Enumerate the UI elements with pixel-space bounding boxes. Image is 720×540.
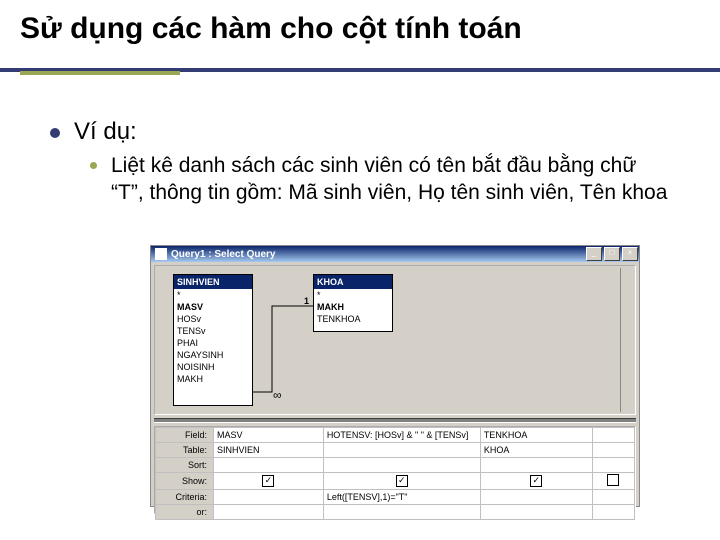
sort-cell[interactable] — [214, 458, 324, 473]
row-sort: Sort: — [156, 458, 635, 473]
window-titlebar: Query1 : Select Query _ □ × — [151, 246, 639, 262]
field-item[interactable]: MAKH — [314, 301, 392, 313]
sort-cell[interactable] — [323, 458, 480, 473]
bullet2-text: Liệt kê danh sách các sinh viên có tên b… — [111, 152, 670, 207]
pane-splitter[interactable] — [154, 418, 636, 423]
maximize-button[interactable]: □ — [604, 247, 620, 261]
row-label: or: — [156, 505, 214, 520]
minimize-button[interactable]: _ — [586, 247, 602, 261]
join-one-label: 1 — [304, 296, 309, 306]
window-icon — [155, 248, 167, 260]
or-cell[interactable] — [592, 505, 634, 520]
bullet1-text: Ví dụ: — [74, 118, 137, 146]
row-field: Field: MASV HOTENSV: [HOSv] & " " & [TEN… — [156, 428, 635, 443]
field-item[interactable]: TENSv — [174, 325, 252, 337]
table-sinhvien[interactable]: SINHVIEN * MASV HOSv TENSv PHAI NGAYSINH… — [173, 274, 253, 406]
sort-cell[interactable] — [592, 458, 634, 473]
field-cell[interactable]: TENKHOA — [480, 428, 592, 443]
table-cell[interactable]: KHOA — [480, 443, 592, 458]
bullet-level1: Ví dụ: — [50, 118, 137, 146]
row-label: Table: — [156, 443, 214, 458]
bullet-dot-icon — [50, 128, 60, 138]
close-button[interactable]: × — [622, 247, 638, 261]
criteria-cell[interactable] — [480, 490, 592, 505]
table-header: KHOA — [314, 275, 392, 289]
show-cell[interactable]: ✓ — [480, 473, 592, 490]
field-item[interactable]: MASV — [174, 301, 252, 313]
row-label: Field: — [156, 428, 214, 443]
field-cell[interactable]: MASV — [214, 428, 324, 443]
row-table: Table: SINHVIEN KHOA — [156, 443, 635, 458]
show-cell[interactable] — [592, 473, 634, 490]
table-khoa[interactable]: KHOA * MAKH TENKHOA — [313, 274, 393, 332]
relationship-pane[interactable]: SINHVIEN * MASV HOSv TENSv PHAI NGAYSINH… — [154, 265, 636, 415]
checkbox-icon[interactable]: ✓ — [262, 475, 274, 487]
field-cell[interactable]: HOTENSV: [HOSv] & " " & [TENSv] — [323, 428, 480, 443]
row-label: Show: — [156, 473, 214, 490]
checkbox-icon[interactable]: ✓ — [530, 475, 542, 487]
field-cell[interactable] — [592, 428, 634, 443]
field-item[interactable]: * — [314, 289, 392, 301]
row-label: Sort: — [156, 458, 214, 473]
row-show: Show: ✓ ✓ ✓ — [156, 473, 635, 490]
criteria-cell[interactable] — [214, 490, 324, 505]
bullet-dot-icon — [90, 162, 97, 169]
checkbox-icon[interactable] — [607, 474, 619, 486]
or-cell[interactable] — [323, 505, 480, 520]
table-header: SINHVIEN — [174, 275, 252, 289]
or-cell[interactable] — [214, 505, 324, 520]
row-or: or: — [156, 505, 635, 520]
slide-title: Sử dụng các hàm cho cột tính toán — [20, 12, 522, 46]
field-item[interactable]: NGAYSINH — [174, 349, 252, 361]
bullet-level2: Liệt kê danh sách các sinh viên có tên b… — [90, 152, 670, 207]
window-title: Query1 : Select Query — [171, 249, 276, 260]
scrollbar[interactable] — [620, 268, 633, 412]
field-item[interactable]: NOISINH — [174, 361, 252, 373]
field-item[interactable]: TENKHOA — [314, 313, 392, 325]
table-cell[interactable] — [323, 443, 480, 458]
show-cell[interactable]: ✓ — [214, 473, 324, 490]
table-cell[interactable]: SINHVIEN — [214, 443, 324, 458]
field-item[interactable]: MAKH — [174, 373, 252, 385]
field-item[interactable]: * — [174, 289, 252, 301]
or-cell[interactable] — [480, 505, 592, 520]
criteria-cell[interactable]: Left([TENSV],1)="T" — [323, 490, 480, 505]
field-item[interactable]: PHAI — [174, 337, 252, 349]
show-cell[interactable]: ✓ — [323, 473, 480, 490]
field-item[interactable]: HOSv — [174, 313, 252, 325]
table-cell[interactable] — [592, 443, 634, 458]
title-rule — [0, 68, 720, 72]
sort-cell[interactable] — [480, 458, 592, 473]
row-criteria: Criteria: Left([TENSV],1)="T" — [156, 490, 635, 505]
join-cardinality-icon: ∞ — [273, 388, 282, 402]
checkbox-icon[interactable]: ✓ — [396, 475, 408, 487]
criteria-cell[interactable] — [592, 490, 634, 505]
query-designer-window: Query1 : Select Query _ □ × SINHVIEN * M… — [150, 245, 640, 507]
row-label: Criteria: — [156, 490, 214, 505]
qbe-grid-pane[interactable]: Field: MASV HOTENSV: [HOSv] & " " & [TEN… — [154, 426, 636, 514]
qbe-grid[interactable]: Field: MASV HOTENSV: [HOSv] & " " & [TEN… — [155, 427, 635, 520]
